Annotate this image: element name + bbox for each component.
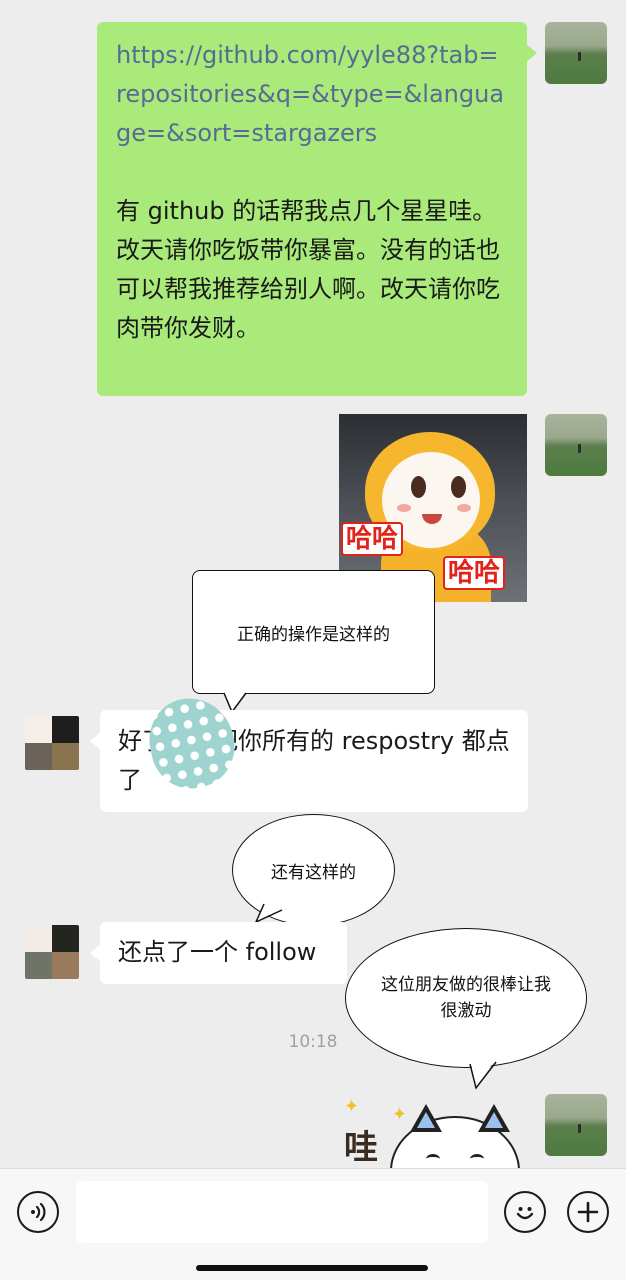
voice-icon bbox=[31, 1202, 46, 1222]
mascot-eye bbox=[411, 476, 426, 498]
annotation-text: 还有这样的 bbox=[271, 862, 356, 883]
cat-ear-inner bbox=[485, 1112, 503, 1128]
annotation-text: 正确的操作是这样的 bbox=[237, 624, 390, 645]
mascot-cheek bbox=[397, 504, 411, 512]
sticker-caption-left: 哈哈 bbox=[341, 522, 404, 556]
message-bubble-link[interactable]: https://github.com/yyle88?tab=repositori… bbox=[97, 22, 537, 396]
message-timestamp: 10:18 bbox=[288, 1032, 338, 1052]
emoji-icon bbox=[516, 1207, 534, 1220]
home-indicator bbox=[196, 1265, 428, 1271]
chat-input-bar bbox=[0, 1168, 626, 1280]
self-avatar[interactable] bbox=[545, 1094, 607, 1156]
annotation-text: 这位朋友做的很棒让我很激动 bbox=[381, 975, 551, 1021]
sticker-caption-right: 哈哈 bbox=[443, 556, 506, 590]
callout-tail bbox=[469, 1058, 497, 1090]
contact-avatar[interactable] bbox=[25, 925, 79, 979]
mascot-cheek bbox=[457, 504, 471, 512]
self-avatar[interactable] bbox=[545, 22, 607, 84]
plus-button[interactable] bbox=[567, 1191, 609, 1233]
message-text: 还点了一个 follow bbox=[118, 938, 317, 966]
voice-button[interactable] bbox=[17, 1191, 59, 1233]
contact-avatar[interactable] bbox=[25, 716, 79, 770]
emoji-button[interactable] bbox=[504, 1191, 546, 1233]
sparkle-icon: ✦ bbox=[392, 1104, 408, 1125]
cat-eye bbox=[426, 1154, 440, 1164]
sparkle-icon: ✦ bbox=[344, 1096, 360, 1117]
message-text: 有 github 的话帮我点几个星星哇。改天请你吃饭带你暴富。没有的话也可以帮我… bbox=[116, 197, 500, 342]
mascot-eye bbox=[451, 476, 466, 498]
sticker-cat-image[interactable]: ✦ ✦ 哇 bbox=[330, 1090, 530, 1168]
cat-ear-inner bbox=[417, 1112, 435, 1128]
self-avatar[interactable] bbox=[545, 414, 607, 476]
message-input[interactable] bbox=[76, 1181, 488, 1243]
annotation-callout: 正确的操作是这样的 bbox=[192, 570, 435, 694]
message-bubble-reply[interactable]: 还点了一个 follow bbox=[90, 922, 347, 984]
sticker-cat-text: 哇 bbox=[344, 1128, 378, 1168]
cat-eye bbox=[470, 1154, 484, 1164]
message-link[interactable]: https://github.com/yyle88?tab=repositori… bbox=[116, 36, 508, 153]
plus-icon bbox=[577, 1201, 599, 1223]
